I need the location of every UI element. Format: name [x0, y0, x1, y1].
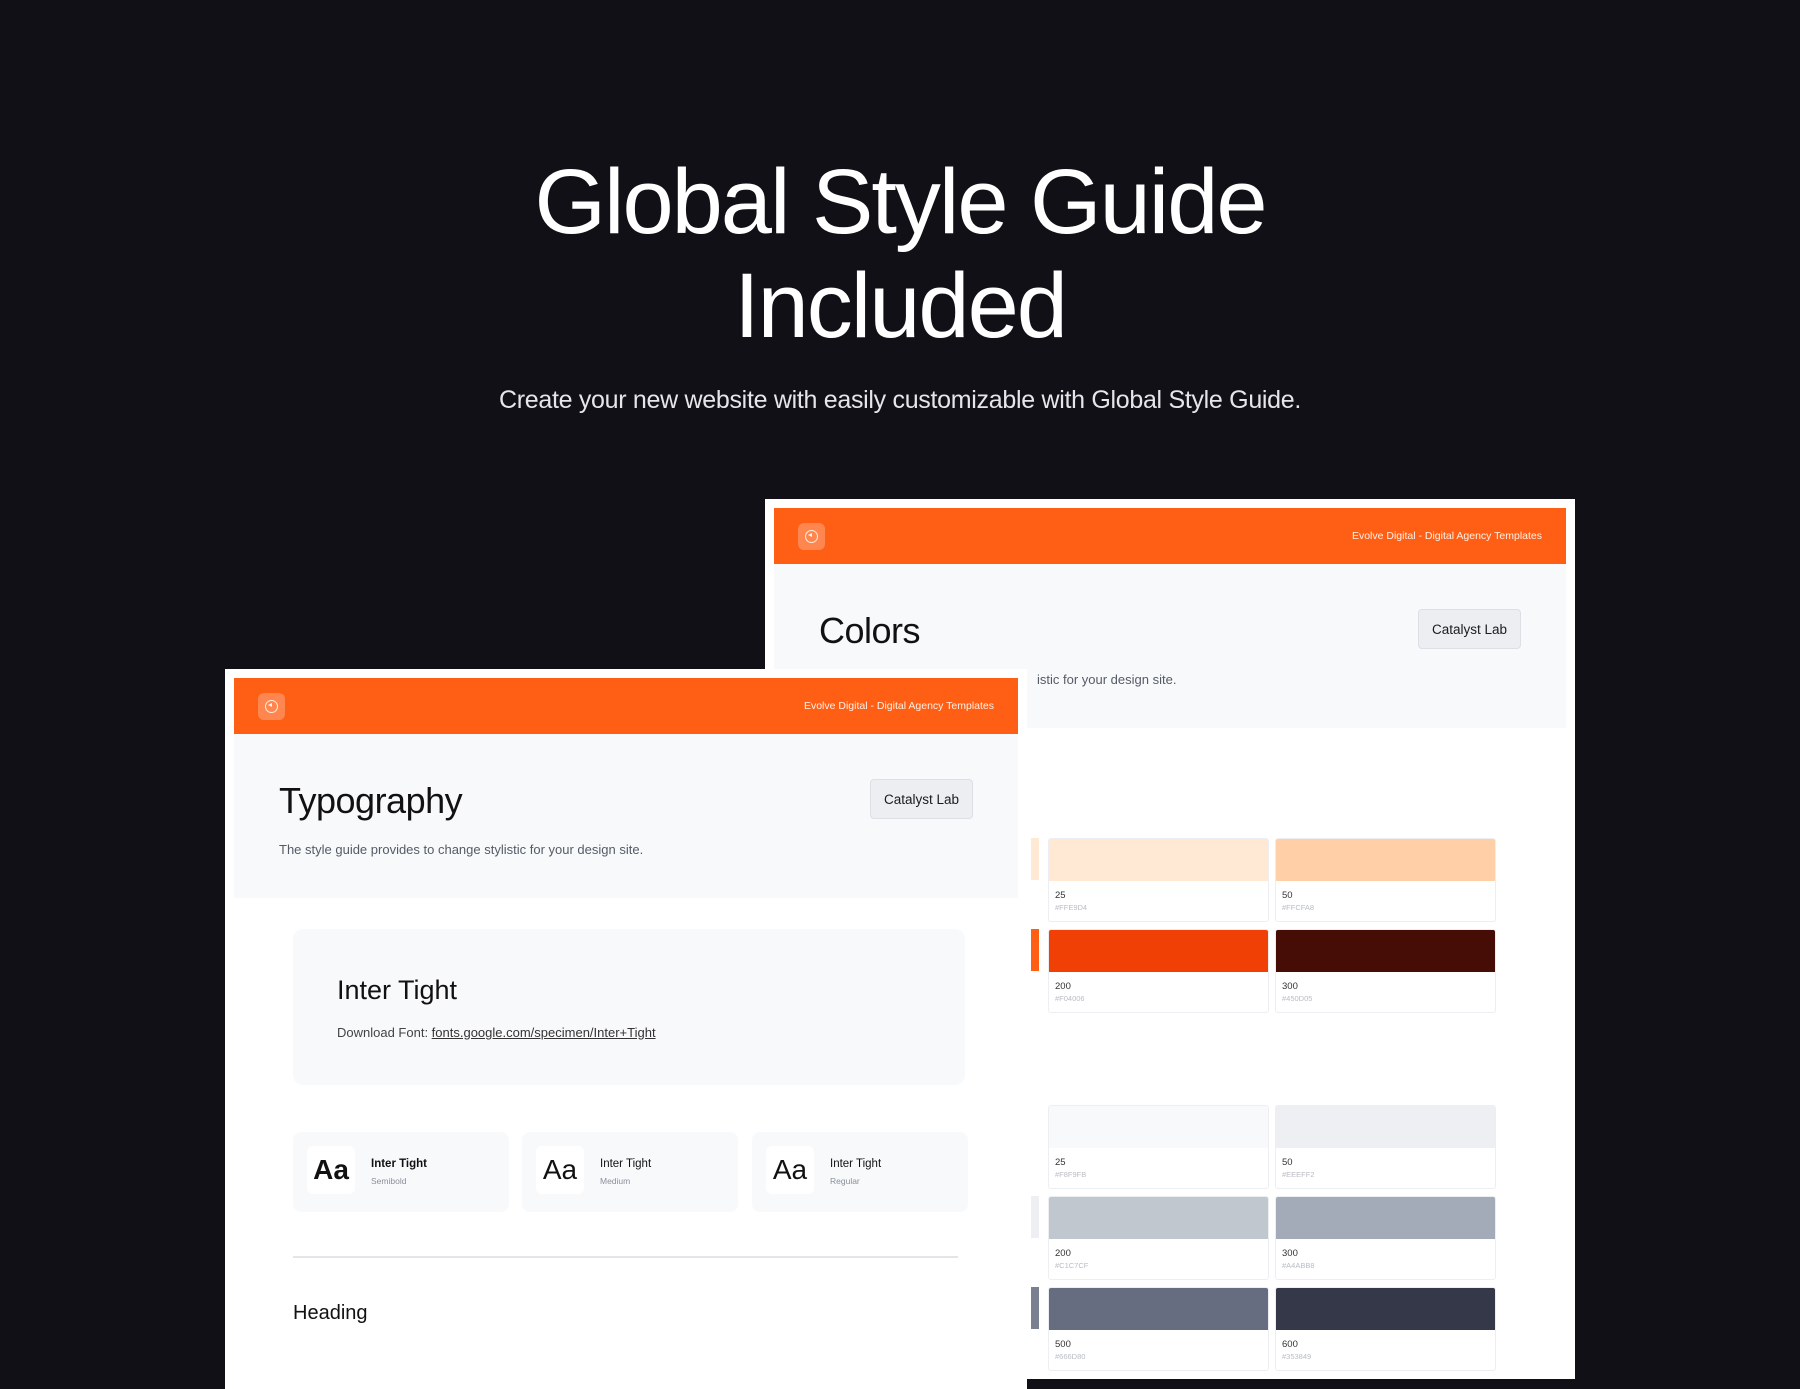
swatch-chip [1049, 930, 1268, 972]
weight-style-name: Medium [600, 1176, 631, 1186]
typography-window: Evolve Digital - Digital Agency Template… [225, 669, 1027, 1389]
swatch-chip [1276, 1106, 1495, 1148]
swatch-hex: #F04006 [1055, 994, 1085, 1003]
font-download-link[interactable]: fonts.google.com/specimen/Inter+Tight [432, 1025, 656, 1040]
logo-icon[interactable] [258, 692, 285, 720]
weight-font-name: Inter Tight [600, 1158, 652, 1170]
swatch-label: 500 [1055, 1339, 1071, 1350]
font-card: Inter Tight Download Font: fonts.google.… [293, 929, 965, 1085]
swatch-hex: #FFE9D4 [1055, 903, 1088, 912]
swatch-gray-600[interactable]: 600 #353849 [1275, 1287, 1496, 1371]
typography-title: Typography [279, 780, 463, 821]
swatch-label: 200 [1055, 981, 1071, 992]
swatch-gray-500[interactable]: 500 #666D80 [1048, 1287, 1269, 1371]
swatch-orange-200[interactable]: 200 #F04006 [1048, 929, 1269, 1013]
swatch-label: 300 [1282, 981, 1298, 992]
colors-topbar: Evolve Digital - Digital Agency Template… [774, 508, 1566, 564]
swatch-label: 300 [1282, 1248, 1298, 1259]
swatch-label: 50 [1282, 1157, 1293, 1168]
font-sample: Aa [307, 1146, 355, 1194]
font-weight-card-regular: Aa Inter Tight Regular [752, 1132, 968, 1212]
swatch-label: 25 [1055, 890, 1066, 901]
swatch-chip [1049, 1197, 1268, 1239]
swatch-chip [1276, 1288, 1495, 1330]
hero-title-line-1: Global Style Guide [534, 151, 1267, 253]
font-name: Inter Tight [337, 975, 458, 1005]
swatch-label: 600 [1282, 1339, 1298, 1350]
swatch-hex: #EEEFF2 [1282, 1170, 1315, 1179]
swatch-orange-300[interactable]: 300 #450D05 [1275, 929, 1496, 1013]
swatch-label: 200 [1055, 1248, 1071, 1259]
swatch-chip [1276, 930, 1495, 972]
swatch-chip [1049, 839, 1268, 881]
swatch-gray-300[interactable]: 300 #A4ABB8 [1275, 1196, 1496, 1280]
colors-topbar-text: Evolve Digital - Digital Agency Template… [1351, 530, 1542, 542]
swatch-edge-sliver [1031, 1287, 1039, 1329]
swatch-hex: #450D05 [1282, 994, 1313, 1003]
swatch-orange-25[interactable]: 25 #FFE9D4 [1048, 838, 1269, 922]
swatch-gray-50[interactable]: 50 #EEEFF2 [1275, 1105, 1496, 1189]
font-download-label: Download Font: [337, 1025, 432, 1040]
typography-header-panel: Typography The style guide provides to c… [234, 734, 1018, 898]
swatch-edge-sliver [1031, 1196, 1039, 1238]
font-sample: Aa [766, 1146, 814, 1194]
colors-description: istic for your design site. [1037, 672, 1177, 687]
hero-title-line-2: Included [734, 255, 1068, 357]
swatch-label: 25 [1055, 1157, 1066, 1168]
font-weight-card-medium: Aa Inter Tight Medium [522, 1132, 738, 1212]
section-divider [293, 1256, 958, 1258]
swatch-hex: #C1C7CF [1055, 1261, 1089, 1270]
swatch-chip [1276, 1197, 1495, 1239]
swatch-hex: #FFCFA8 [1282, 903, 1315, 912]
swatch-hex: #A4ABB8 [1282, 1261, 1315, 1270]
swatch-hex: #F8F9FB [1055, 1170, 1087, 1179]
font-weight-card-semibold: Aa Inter Tight Semibold [293, 1132, 509, 1212]
typography-topbar-text: Evolve Digital - Digital Agency Template… [803, 700, 994, 712]
hero-title: Global Style Guide Included [0, 150, 1800, 358]
swatch-edge-sliver [1031, 929, 1039, 971]
weight-font-name: Inter Tight [371, 1158, 428, 1170]
swatch-edge-sliver [1031, 838, 1039, 880]
weight-style-name: Semibold [371, 1176, 407, 1186]
swatch-chip [1049, 1106, 1268, 1148]
logo-icon[interactable] [798, 522, 825, 550]
catalyst-lab-button[interactable]: Catalyst Lab [869, 779, 973, 819]
swatch-gray-200[interactable]: 200 #C1C7CF [1048, 1196, 1269, 1280]
swatch-gray-25[interactable]: 25 #F8F9FB [1048, 1105, 1269, 1189]
typography-description: The style guide provides to change styli… [279, 842, 644, 857]
swatch-chip [1276, 839, 1495, 881]
colors-title: Colors [819, 610, 921, 651]
catalyst-lab-button[interactable]: Catalyst Lab [1417, 609, 1521, 649]
swatch-orange-50[interactable]: 50 #FFCFA8 [1275, 838, 1496, 922]
hero-section: Global Style Guide Included Create your … [0, 150, 1800, 415]
weight-font-name: Inter Tight [830, 1158, 882, 1170]
font-sample: Aa [536, 1146, 584, 1194]
swatch-label: 50 [1282, 890, 1293, 901]
font-download: Download Font: fonts.google.com/specimen… [337, 1025, 656, 1040]
swatch-chip [1049, 1288, 1268, 1330]
heading-section-label: Heading [293, 1302, 368, 1324]
hero-subtitle: Create your new website with easily cust… [498, 386, 1302, 414]
weight-style-name: Regular [830, 1176, 860, 1186]
typography-topbar: Evolve Digital - Digital Agency Template… [234, 678, 1018, 734]
